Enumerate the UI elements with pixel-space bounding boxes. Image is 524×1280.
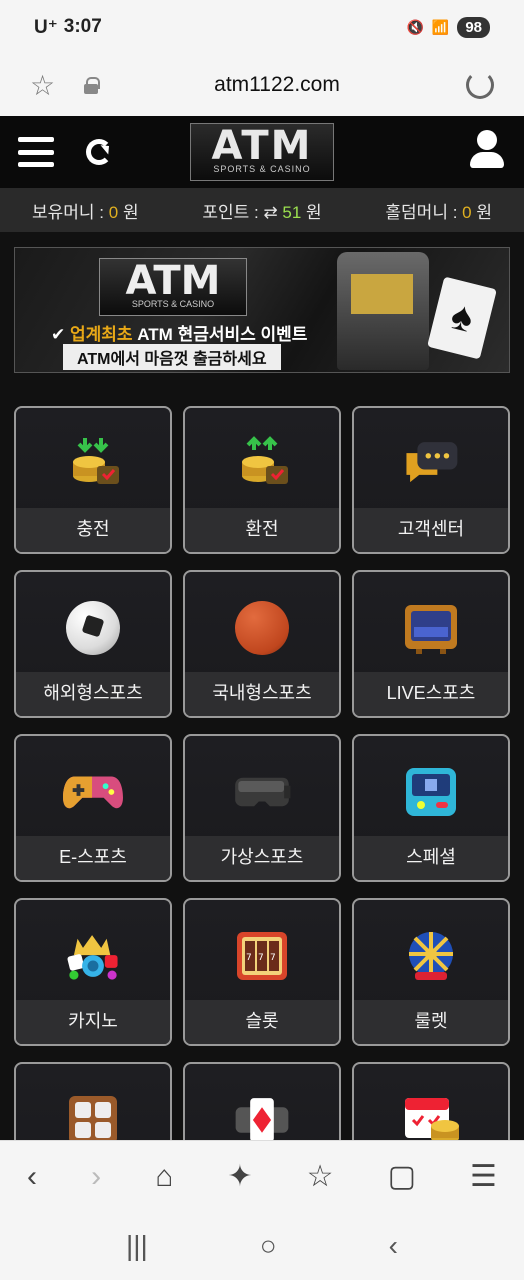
- roulette-wheel-icon: [401, 926, 461, 986]
- tile-label: 고객센터: [354, 508, 508, 552]
- refresh-icon[interactable]: [86, 139, 112, 165]
- tile-deposit[interactable]: 충전: [14, 406, 172, 554]
- withdraw-coins-icon: [232, 434, 292, 494]
- tile-label: 해외형스포츠: [16, 672, 170, 716]
- banner-logo: ATM SPORTS & CASINO: [99, 258, 247, 316]
- mute-icon: 🔇: [406, 18, 424, 35]
- carrier: U⁺: [34, 16, 58, 38]
- tile-special[interactable]: 스페셜: [352, 734, 510, 882]
- forward-icon[interactable]: ›: [91, 1160, 101, 1194]
- playing-cards-icon: ♠: [427, 276, 497, 360]
- tile-virtual-sports[interactable]: 가상스포츠: [183, 734, 341, 882]
- chat-bubble-icon: [401, 434, 461, 494]
- tile-label: 국내형스포츠: [185, 672, 339, 716]
- clock: 3:07: [63, 16, 102, 37]
- banner-subline: ATM에서 마음껏 출금하세요: [63, 344, 281, 370]
- svg-text:7: 7: [246, 953, 252, 963]
- url-text[interactable]: atm1122.com: [98, 73, 456, 97]
- tile-label: 룰렛: [354, 1000, 508, 1044]
- balance-bar: 보유머니 : 0 원 포인트 : ⇄ 51 원 홀덤머니 : 0 원: [0, 188, 524, 232]
- svg-text:7: 7: [258, 953, 264, 963]
- vr-headset-icon: [232, 762, 292, 822]
- home-icon[interactable]: ⌂: [155, 1160, 173, 1194]
- reload-icon[interactable]: [466, 71, 494, 99]
- tile-label: E-스포츠: [16, 836, 170, 880]
- basketball-icon: [232, 598, 292, 658]
- tile-customer-center[interactable]: 고객센터: [352, 406, 510, 554]
- site-content: ATM SPORTS & CASINO 보유머니 : 0 원 포인트 : ⇄ 5…: [0, 116, 524, 1140]
- tv-icon: [401, 598, 461, 658]
- browser-nav-bar: ‹ › ⌂ ✦ ☆ ▢ ☰: [0, 1140, 524, 1212]
- tile-label: 카지노: [16, 1000, 170, 1044]
- tile-dice-game[interactable]: [14, 1062, 172, 1140]
- status-bar: U⁺ 3:07 🔇 📶 98: [0, 0, 524, 54]
- tile-roulette[interactable]: 룰렛: [352, 898, 510, 1046]
- money-balance: 보유머니 : 0 원: [32, 202, 139, 222]
- sparkle-icon[interactable]: ✦: [227, 1159, 252, 1194]
- tile-label: 스페셜: [354, 836, 508, 880]
- tile-esports[interactable]: E-스포츠: [14, 734, 172, 882]
- system-back-icon[interactable]: ‹: [389, 1230, 398, 1262]
- bookmarks-icon[interactable]: ☆: [307, 1159, 334, 1194]
- lock-icon[interactable]: [84, 77, 100, 94]
- svg-text:7: 7: [270, 953, 276, 963]
- calendar-coins-icon: [401, 1090, 461, 1140]
- tile-attendance[interactable]: [352, 1062, 510, 1140]
- arcade-icon: [401, 762, 461, 822]
- tile-label: 환전: [185, 508, 339, 552]
- tile-label: LIVE스포츠: [354, 672, 508, 716]
- tile-label: 가상스포츠: [185, 836, 339, 880]
- tile-casino[interactable]: 카지노: [14, 898, 172, 1046]
- battery-indicator: 98: [457, 16, 490, 38]
- tile-overseas-sports[interactable]: 해외형스포츠: [14, 570, 172, 718]
- dice-icon: [63, 1090, 123, 1140]
- home-circle-icon[interactable]: ○: [260, 1230, 277, 1262]
- tile-label: 슬롯: [185, 1000, 339, 1044]
- bookmark-star-icon[interactable]: ☆: [30, 69, 64, 102]
- atm-machine-icon: [337, 252, 429, 370]
- deposit-coins-icon: [63, 434, 123, 494]
- slot-machine-icon: 777: [232, 926, 292, 986]
- soccer-ball-icon: [63, 598, 123, 658]
- tabs-icon[interactable]: ▢: [388, 1159, 416, 1194]
- casino-chips-icon: [63, 926, 123, 986]
- tile-card-game[interactable]: [183, 1062, 341, 1140]
- menu-more-icon[interactable]: ☰: [470, 1159, 497, 1194]
- browser-address-bar: ☆ atm1122.com: [0, 54, 524, 116]
- point-balance[interactable]: 포인트 : ⇄ 51 원: [202, 198, 321, 223]
- tile-withdraw[interactable]: 환전: [183, 406, 341, 554]
- card-diamond-icon: [232, 1090, 292, 1140]
- menu-grid: 충전 환전 고객센터 해외형스포츠 국내형스포츠 LIVE스포츠 E-스포츠 가…: [14, 406, 510, 1140]
- menu-icon[interactable]: [18, 137, 54, 167]
- user-icon[interactable]: [470, 130, 504, 168]
- tile-domestic-sports[interactable]: 국내형스포츠: [183, 570, 341, 718]
- banner-headline: ✔ 업계최초 ATM 현금서비스 이벤트: [51, 325, 308, 344]
- system-nav-bar: ||| ○ ‹: [0, 1212, 524, 1280]
- back-icon[interactable]: ‹: [27, 1160, 37, 1194]
- holdem-balance: 홀덤머니 : 0 원: [385, 202, 492, 222]
- recents-icon[interactable]: |||: [126, 1230, 148, 1262]
- wifi-icon: 📶: [431, 18, 450, 35]
- tile-live-sports[interactable]: LIVE스포츠: [352, 570, 510, 718]
- tile-label: 충전: [16, 508, 170, 552]
- promo-banner[interactable]: ATM SPORTS & CASINO ✔ 업계최초 ATM 현금서비스 이벤트…: [14, 247, 510, 373]
- tile-slot[interactable]: 777 슬롯: [183, 898, 341, 1046]
- site-header: ATM SPORTS & CASINO: [0, 116, 524, 188]
- screen: U⁺ 3:07 🔇 📶 98 ☆ atm1122.com ATM SPORTS …: [0, 0, 524, 1280]
- gamepad-icon: [63, 762, 123, 822]
- site-logo[interactable]: ATM SPORTS & CASINO: [190, 123, 334, 181]
